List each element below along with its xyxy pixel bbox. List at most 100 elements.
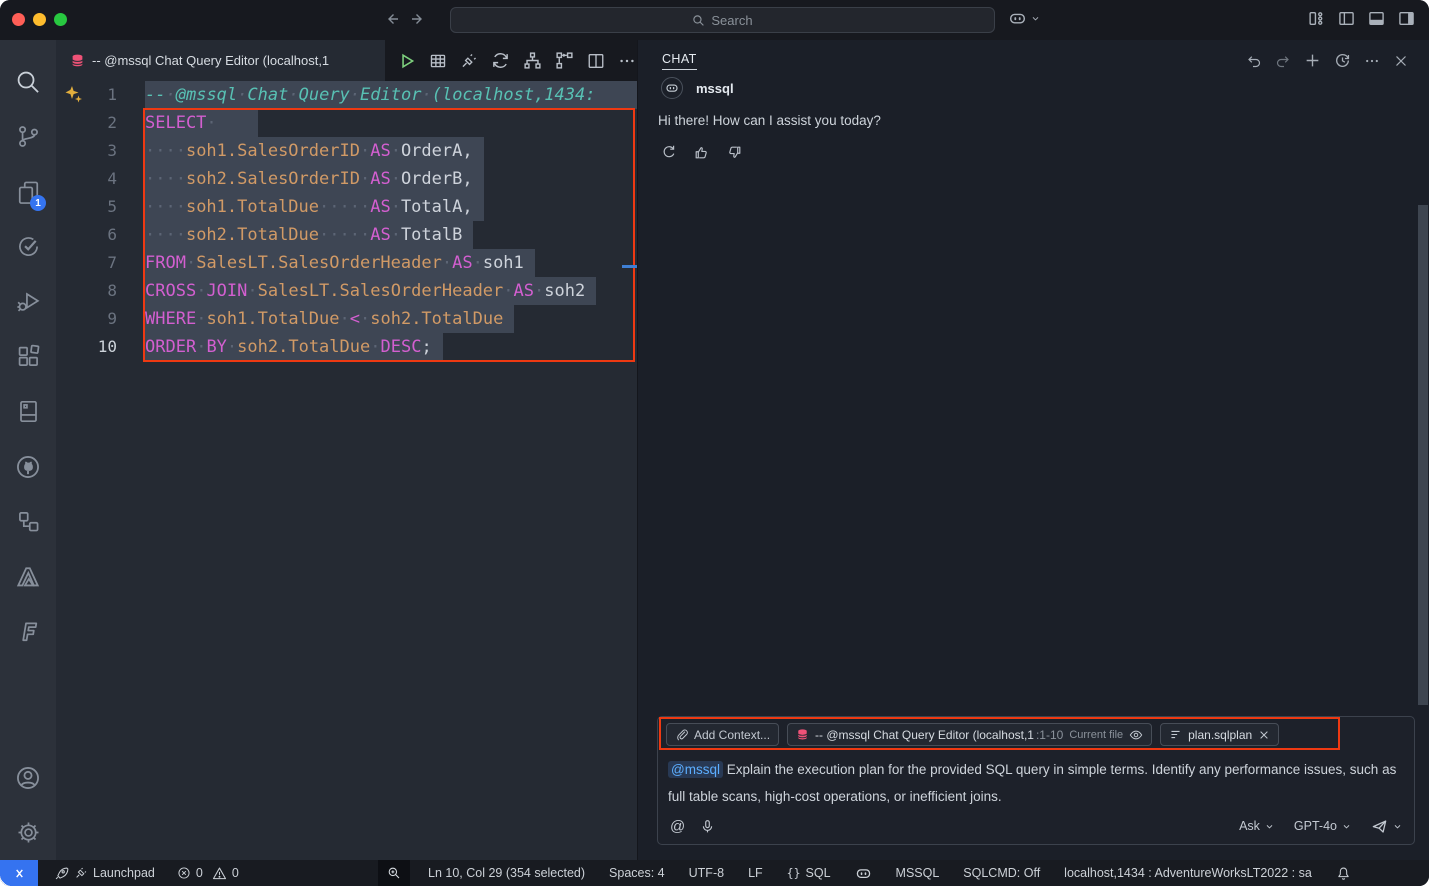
launchpad-item[interactable]: Launchpad: [54, 866, 155, 881]
remote-indicator[interactable]: [0, 860, 38, 886]
thumbs-down-icon[interactable]: [726, 144, 743, 161]
message-feedback-bar: [661, 144, 743, 161]
add-context-label: Add Context...: [694, 728, 770, 742]
disconnect-plug-icon[interactable]: [460, 52, 478, 70]
explorer-badge: 1: [30, 195, 46, 211]
code-line[interactable]: 5····soh1.TotalDue·····AS·TotalA,: [56, 193, 637, 221]
toggle-secondary-sidebar-icon[interactable]: [1398, 10, 1415, 27]
code-line[interactable]: 4····soh2.SalesOrderID·AS·OrderB,: [56, 165, 637, 193]
zoom-status-item[interactable]: [378, 860, 410, 886]
code-line[interactable]: 3····soh1.SalesOrderID·AS·OrderA,: [56, 137, 637, 165]
code-line[interactable]: 6····soh2.TotalDue·····AS·TotalB: [56, 221, 637, 249]
cursor-position-item[interactable]: Ln 10, Col 29 (354 selected): [428, 866, 585, 880]
copilot-status-icon[interactable]: [855, 865, 872, 882]
file-context-chip[interactable]: -- @mssql Chat Query Editor (localhost,1…: [787, 723, 1152, 746]
chat-panel-header: CHAT: [638, 40, 1429, 81]
new-chat-icon[interactable]: [1304, 52, 1321, 69]
chat-scrollbar[interactable]: [1418, 205, 1428, 705]
code-lines: 1--·@mssql·Chat·Query·Editor·(localhost,…: [56, 81, 637, 361]
assistant-message: Hi there! How can I assist you today?: [658, 113, 881, 128]
code-line[interactable]: 10ORDER·BY·soh2.TotalDue·DESC;: [56, 333, 637, 361]
code-line[interactable]: 2SELECT·: [56, 109, 637, 137]
editor-cursor-dash: [622, 265, 637, 268]
thumbs-up-icon[interactable]: [693, 144, 710, 161]
nav-back-icon[interactable]: [384, 11, 400, 27]
model-label: GPT-4o: [1294, 819, 1337, 833]
code-line[interactable]: 7FROM·SalesLT.SalesOrderHeader·AS·soh1: [56, 249, 637, 277]
indentation-item[interactable]: Spaces: 4: [609, 866, 665, 880]
settings-gear-icon[interactable]: [6, 805, 50, 860]
more-actions-icon[interactable]: [618, 52, 636, 70]
chat-history-icon[interactable]: [1334, 52, 1351, 69]
chat-close-icon[interactable]: [1393, 53, 1409, 69]
copilot-menu-button[interactable]: [1008, 9, 1040, 28]
command-center-search[interactable]: Search: [450, 7, 995, 33]
code-line[interactable]: 8CROSS·JOIN·SalesLT.SalesOrderHeader·AS·…: [56, 277, 637, 305]
editor-tab[interactable]: -- @mssql Chat Query Editor (localhost,1: [56, 40, 385, 81]
remove-chip-icon[interactable]: [1258, 729, 1270, 741]
activity-source-control-icon[interactable]: [6, 109, 50, 164]
change-connection-icon[interactable]: [491, 51, 510, 70]
run-query-icon[interactable]: [398, 52, 416, 70]
connection-status-item[interactable]: localhost,1434 : AdventureWorksLT2022 : …: [1064, 866, 1312, 880]
nav-forward-icon[interactable]: [410, 11, 426, 27]
actual-plan-icon[interactable]: [555, 51, 574, 70]
code-editor[interactable]: 1--·@mssql·Chat·Query·Editor·(localhost,…: [56, 81, 637, 860]
line-number: 5: [56, 193, 117, 221]
encoding-item[interactable]: UTF-8: [689, 866, 724, 880]
activity-extensions-icon[interactable]: [6, 329, 50, 384]
eol-item[interactable]: LF: [748, 866, 763, 880]
activity-explorer-icon[interactable]: 1: [6, 164, 50, 219]
errors-icon: [177, 866, 191, 880]
plug-icon: [74, 866, 88, 880]
minimize-window-button[interactable]: [33, 13, 46, 26]
add-context-button[interactable]: Add Context...: [666, 723, 779, 746]
activity-search-icon[interactable]: [6, 54, 50, 109]
mssql-status-item[interactable]: MSSQL: [896, 866, 940, 880]
code-line[interactable]: 9WHERE·soh1.TotalDue·<·soh2.TotalDue: [56, 305, 637, 333]
chat-mode-label: Ask: [1239, 819, 1260, 833]
chevron-down-icon: [1031, 14, 1040, 23]
chevron-down-icon: [1265, 822, 1274, 831]
status-bar: Launchpad 0 0 Ln 10, Col 29 (354 selecte…: [0, 860, 1429, 886]
activity-connections-icon[interactable]: [6, 494, 50, 549]
close-window-button[interactable]: [12, 13, 25, 26]
chat-redo-icon[interactable]: [1275, 53, 1291, 69]
activity-run-debug-icon[interactable]: [6, 274, 50, 329]
copilot-sparkle-icon[interactable]: [64, 85, 84, 105]
chat-mode-dropdown[interactable]: Ask: [1239, 819, 1274, 833]
line-number: 10: [56, 333, 117, 361]
account-icon[interactable]: [6, 750, 50, 805]
activity-notebook-icon[interactable]: [6, 384, 50, 439]
sqlcmd-status-item[interactable]: SQLCMD: Off: [963, 866, 1040, 880]
results-grid-icon[interactable]: [429, 52, 447, 70]
activity-azure-icon[interactable]: [6, 549, 50, 604]
estimated-plan-icon[interactable]: [523, 51, 542, 70]
split-editor-icon[interactable]: [587, 52, 605, 70]
toggle-primary-sidebar-icon[interactable]: [1338, 10, 1355, 27]
chat-tab[interactable]: CHAT: [662, 52, 697, 70]
mic-icon[interactable]: [700, 819, 715, 834]
chat-more-icon[interactable]: [1364, 53, 1380, 69]
model-picker-dropdown[interactable]: GPT-4o: [1294, 819, 1351, 833]
toggle-panel-icon[interactable]: [1368, 10, 1385, 27]
language-mode-item[interactable]: {}SQL: [787, 866, 831, 880]
maximize-window-button[interactable]: [54, 13, 67, 26]
customize-layout-icon[interactable]: [1308, 10, 1325, 27]
chat-input-widget[interactable]: Add Context... -- @mssql Chat Query Edit…: [657, 716, 1415, 845]
plan-file-chip[interactable]: plan.sqlplan: [1160, 723, 1279, 746]
chat-input-text[interactable]: @mssql Explain the execution plan for th…: [658, 752, 1414, 810]
chat-undo-icon[interactable]: [1246, 53, 1262, 69]
activity-test-icon[interactable]: [6, 219, 50, 274]
eye-icon[interactable]: [1129, 728, 1143, 742]
activity-bar: 1: [0, 40, 56, 860]
send-button[interactable]: [1371, 818, 1402, 835]
code-line[interactable]: 1--·@mssql·Chat·Query·Editor·(localhost,…: [56, 81, 637, 109]
language-label: SQL: [806, 866, 831, 880]
notifications-bell-icon[interactable]: [1336, 866, 1351, 881]
mention-context-icon[interactable]: @: [670, 818, 685, 835]
activity-github-icon[interactable]: [6, 439, 50, 494]
activity-fabric-icon[interactable]: [6, 604, 50, 659]
problems-item[interactable]: 0 0: [177, 866, 239, 881]
regenerate-icon[interactable]: [661, 144, 677, 161]
